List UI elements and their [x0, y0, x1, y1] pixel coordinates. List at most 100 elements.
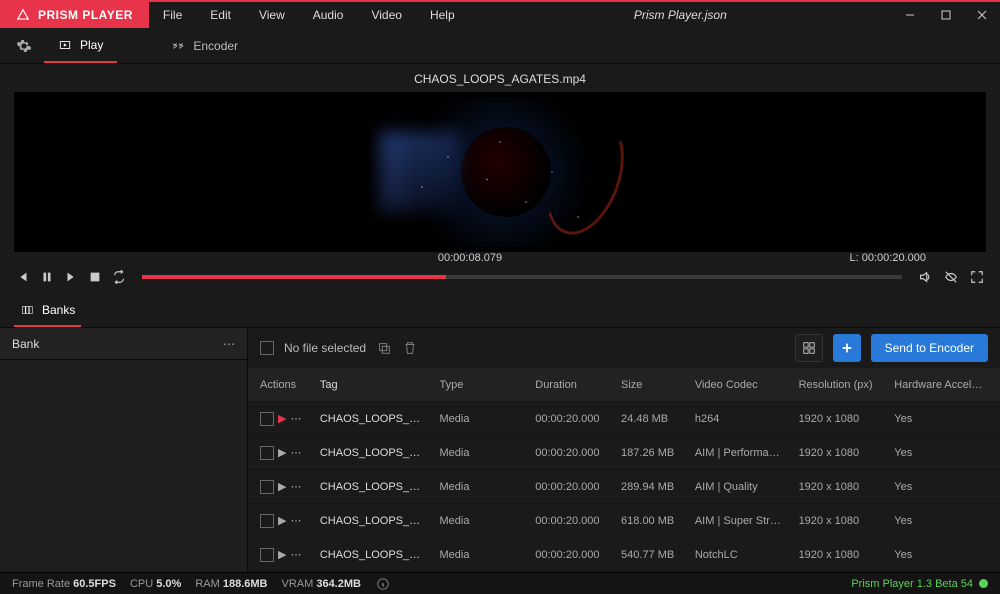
row-duration: 00:00:20.000	[527, 515, 613, 527]
row-play-button[interactable]: ▶	[278, 480, 286, 493]
row-menu-button[interactable]: ⋯	[290, 548, 301, 561]
col-codec: Video Codec	[687, 379, 791, 391]
menu-view[interactable]: View	[245, 2, 299, 28]
row-menu-button[interactable]: ⋯	[290, 412, 301, 425]
row-checkbox[interactable]	[260, 548, 274, 562]
col-actions: Actions	[252, 379, 312, 391]
row-checkbox[interactable]	[260, 480, 274, 494]
info-button[interactable]	[375, 576, 391, 592]
loop-button[interactable]	[110, 268, 128, 286]
close-button[interactable]	[964, 1, 1000, 29]
brand-text: PRISM PLAYER	[38, 8, 133, 22]
add-button[interactable]	[833, 334, 861, 362]
row-type: Media	[432, 413, 528, 425]
row-duration: 00:00:20.000	[527, 447, 613, 459]
timecode-duration: L: 00:00:20.000	[622, 252, 986, 264]
video-viewport[interactable]	[14, 92, 986, 252]
table-row[interactable]: ▶⋯CHAOS_LOOPS_AG...Media00:00:20.000187.…	[248, 436, 1000, 470]
bank-header-label: Bank	[12, 337, 39, 351]
play-tab-icon	[58, 38, 72, 52]
window-controls	[892, 1, 1000, 29]
row-hw: Yes	[886, 515, 996, 527]
row-codec: NotchLC	[687, 549, 791, 561]
status-indicator-icon	[979, 579, 988, 588]
status-version-wrap: Prism Player 1.3 Beta 54	[851, 578, 988, 590]
hide-button[interactable]	[942, 268, 960, 286]
select-all-checkbox[interactable]	[260, 341, 274, 355]
prism-logo-icon	[16, 8, 30, 22]
seek-progress	[142, 275, 446, 279]
col-hw: Hardware Accelerated	[886, 379, 996, 391]
row-tag: CHAOS_LOOPS_AG...	[312, 481, 432, 493]
row-play-button[interactable]: ▶	[278, 446, 286, 459]
row-hw: Yes	[886, 549, 996, 561]
selection-status: No file selected	[284, 341, 366, 355]
menu-file[interactable]: File	[149, 2, 196, 28]
row-size: 618.00 MB	[613, 515, 687, 527]
row-size: 187.26 MB	[613, 447, 687, 459]
main-toolbar: Play Encoder	[0, 28, 1000, 64]
row-checkbox[interactable]	[260, 446, 274, 460]
row-codec: AIM | Quality	[687, 481, 791, 493]
col-resolution: Resolution (px)	[791, 379, 887, 391]
encoder-tab-icon	[171, 39, 185, 53]
row-checkbox[interactable]	[260, 412, 274, 426]
menu-video[interactable]: Video	[357, 2, 415, 28]
row-duration: 00:00:20.000	[527, 549, 613, 561]
fullscreen-button[interactable]	[968, 268, 986, 286]
status-cpu: CPU 5.0%	[130, 578, 181, 590]
tab-banks[interactable]: Banks	[14, 294, 81, 327]
table-row[interactable]: ▶⋯CHAOS_LOOPS_AG...Media00:00:20.00024.4…	[248, 402, 1000, 436]
pause-button[interactable]	[38, 268, 56, 286]
window-title: Prism Player.json	[469, 8, 892, 22]
menu-bar: File Edit View Audio Video Help	[149, 2, 469, 28]
table-row[interactable]: ▶⋯CHAOS_LOOPS_AG...Media00:00:20.000540.…	[248, 538, 1000, 572]
copy-button[interactable]	[376, 340, 392, 356]
row-menu-button[interactable]: ⋯	[290, 480, 301, 493]
maximize-button[interactable]	[928, 1, 964, 29]
row-menu-button[interactable]: ⋯	[290, 514, 301, 527]
content-area: Bank ⋯ No file selected Send to Encoder …	[0, 328, 1000, 572]
row-type: Media	[432, 481, 528, 493]
row-codec: AIM | Super Stream	[687, 515, 791, 527]
bank-menu-button[interactable]: ⋯	[223, 337, 235, 351]
skip-end-button[interactable]	[62, 268, 80, 286]
volume-button[interactable]	[916, 268, 934, 286]
row-play-button[interactable]: ▶	[278, 514, 286, 527]
seek-bar[interactable]	[142, 275, 902, 279]
status-version: Prism Player 1.3 Beta 54	[851, 578, 973, 590]
status-framerate: Frame Rate 60.5FPS	[12, 578, 116, 590]
row-checkbox[interactable]	[260, 514, 274, 528]
current-filename: CHAOS_LOOPS_AGATES.mp4	[0, 64, 1000, 92]
row-duration: 00:00:20.000	[527, 481, 613, 493]
row-play-button[interactable]: ▶	[278, 548, 286, 561]
menu-help[interactable]: Help	[416, 2, 469, 28]
gear-icon	[16, 38, 32, 54]
row-play-button[interactable]: ▶	[278, 412, 286, 425]
timecode-position: 00:00:08.079	[318, 252, 622, 264]
col-type: Type	[432, 379, 528, 391]
stop-button[interactable]	[86, 268, 104, 286]
skip-start-button[interactable]	[14, 268, 32, 286]
row-resolution: 1920 x 1080	[791, 515, 887, 527]
delete-button[interactable]	[402, 340, 418, 356]
grid-view-button[interactable]	[795, 334, 823, 362]
transport-bar	[0, 264, 1000, 294]
tab-encoder[interactable]: Encoder	[157, 28, 252, 63]
row-hw: Yes	[886, 413, 996, 425]
menu-edit[interactable]: Edit	[196, 2, 245, 28]
row-menu-button[interactable]: ⋯	[290, 446, 301, 459]
table-row[interactable]: ▶ ⋯ CHAOS_LOOPS_AG...Media00:00:20.000289.…	[248, 470, 1000, 504]
row-duration: 00:00:20.000	[527, 413, 613, 425]
tab-play[interactable]: Play	[44, 28, 117, 63]
send-to-encoder-button[interactable]: Send to Encoder	[871, 334, 988, 362]
settings-button[interactable]	[12, 34, 36, 58]
status-ram: RAM 188.6MB	[195, 578, 267, 590]
row-tag: CHAOS_LOOPS_AG...	[312, 549, 432, 561]
minimize-button[interactable]	[892, 1, 928, 29]
row-size: 289.94 MB	[613, 481, 687, 493]
menu-audio[interactable]: Audio	[299, 2, 358, 28]
row-size: 540.77 MB	[613, 549, 687, 561]
row-resolution: 1920 x 1080	[791, 481, 887, 493]
table-row[interactable]: ▶⋯CHAOS_LOOPS_AG...Media00:00:20.000618.…	[248, 504, 1000, 538]
